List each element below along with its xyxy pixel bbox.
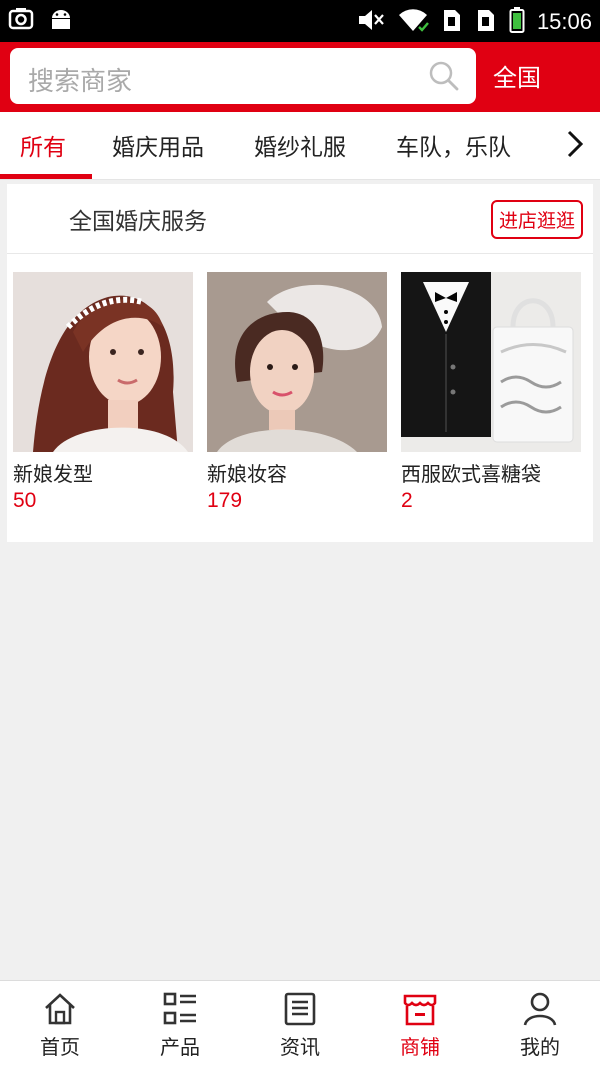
search-placeholder: 搜索商家 <box>28 67 133 97</box>
nav-label: 产品 <box>160 1035 200 1059</box>
nav-label: 首页 <box>40 1035 80 1059</box>
sim2-icon <box>475 7 497 37</box>
battery-icon <box>509 6 525 38</box>
search-icon[interactable] <box>428 60 460 92</box>
shop-header: 全国婚庆服务 进店逛逛 <box>7 184 593 254</box>
shop-name[interactable]: 全国婚庆服务 <box>69 202 207 236</box>
home-icon <box>42 991 78 1027</box>
status-bar: 15:06 <box>0 0 600 42</box>
nav-news[interactable]: 资讯 <box>240 981 360 1067</box>
nav-products[interactable]: 产品 <box>120 981 240 1067</box>
tab-all[interactable]: 所有 <box>20 128 66 162</box>
tab-car-band[interactable]: 车队，乐队 <box>396 128 511 162</box>
shop-icon <box>402 991 438 1027</box>
product-image-bride-hairstyle[interactable] <box>13 272 193 452</box>
product-name: 西服欧式喜糖袋 <box>401 462 541 486</box>
product-count: 2 <box>401 489 413 512</box>
mute-icon <box>357 7 385 37</box>
product-image-bride-makeup[interactable] <box>207 272 387 452</box>
product-count: 50 <box>13 489 37 512</box>
chevron-right-icon <box>565 129 585 163</box>
nav-home[interactable]: 首页 <box>0 981 120 1067</box>
search-input[interactable]: 搜索商家 <box>10 48 476 104</box>
product-item[interactable]: 新娘妆容 179 <box>207 272 387 513</box>
product-name: 新娘妆容 <box>207 462 287 486</box>
product-item[interactable]: 西服欧式喜糖袋 2 <box>401 272 581 513</box>
tab-wedding-dress[interactable]: 婚纱礼服 <box>254 128 346 162</box>
product-item[interactable]: 新娘发型 50 <box>13 272 193 513</box>
nav-mine[interactable]: 我的 <box>480 981 600 1067</box>
product-image-candy-bag[interactable] <box>401 272 581 452</box>
enter-shop-button[interactable]: 进店逛逛 <box>490 200 583 239</box>
user-icon <box>522 991 558 1027</box>
tabs-scroll-right[interactable] <box>550 112 600 179</box>
screenshot-icon <box>8 6 34 36</box>
nav-label: 资讯 <box>280 1035 320 1059</box>
nav-shops[interactable]: 商铺 <box>360 981 480 1067</box>
clock: 15:06 <box>536 9 592 34</box>
product-list-icon <box>162 991 198 1027</box>
product-list: 新娘发型 50 新娘妆容 179 西服欧式喜糖袋 2 <box>13 272 589 532</box>
product-name: 新娘发型 <box>13 462 93 486</box>
region-selector[interactable]: 全国 <box>493 58 541 93</box>
shop-card[interactable]: 全国婚庆服务 进店逛逛 新娘发型 50 新娘妆容 179 西服欧式喜糖袋 2 <box>7 184 593 542</box>
sim1-icon <box>441 7 463 37</box>
category-tabs: 所有 婚庆用品 婚纱礼服 车队，乐队 婚庆 <box>0 112 600 180</box>
tab-wedding-supplies[interactable]: 婚庆用品 <box>112 128 204 162</box>
wifi-icon <box>397 7 429 37</box>
bottom-nav: 首页 产品 资讯 商铺 我的 <box>0 980 600 1067</box>
product-count: 179 <box>207 489 243 512</box>
nav-label: 商铺 <box>400 1035 440 1059</box>
active-tab-indicator <box>0 174 92 179</box>
header: 搜索商家 全国 <box>0 42 600 112</box>
news-icon <box>282 991 318 1027</box>
nav-label: 我的 <box>520 1035 560 1059</box>
android-icon <box>48 6 74 36</box>
